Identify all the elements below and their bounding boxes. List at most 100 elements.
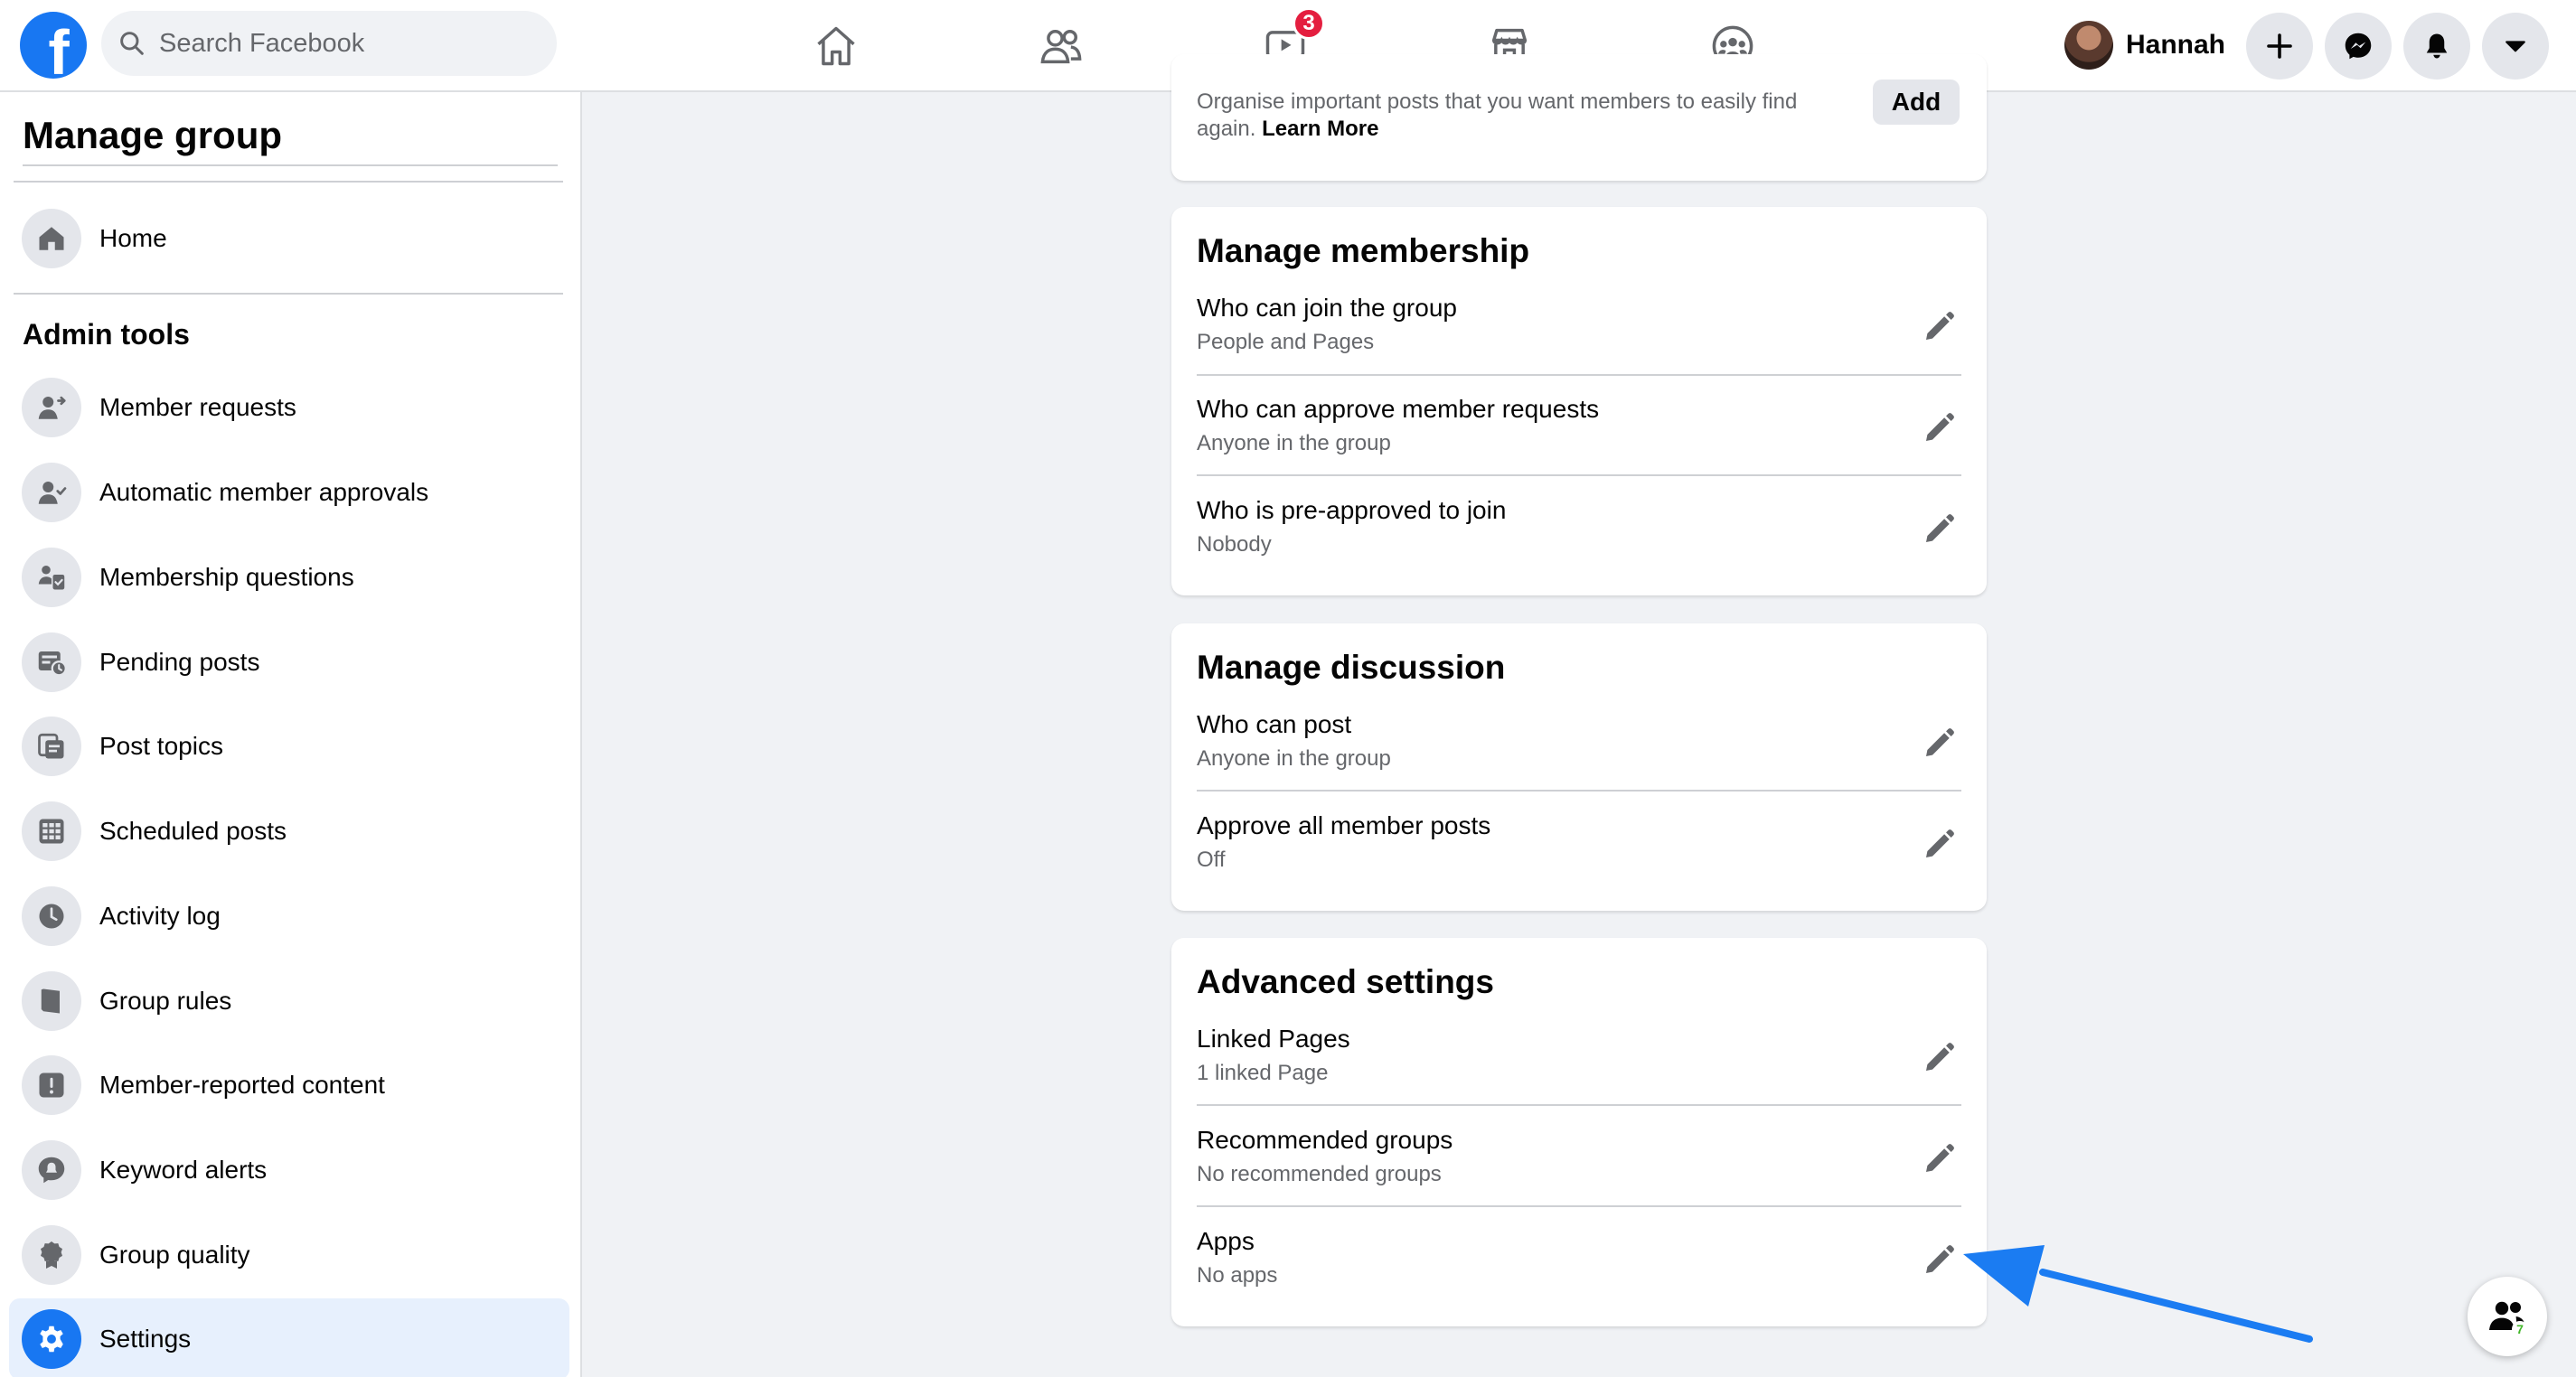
pencil-icon (1926, 1245, 1954, 1273)
membership-questions-icon (22, 548, 81, 607)
create-button[interactable] (2246, 13, 2313, 80)
sidebar-item-scheduled-posts[interactable]: Scheduled posts (9, 791, 569, 872)
online-members-button[interactable]: 7 (2468, 1277, 2547, 1356)
edit-button[interactable] (1916, 304, 1961, 350)
setting-row-who-can-join[interactable]: Who can join the group People and Pages (1197, 294, 1961, 393)
learn-more-link[interactable]: Learn More (1262, 117, 1378, 141)
featured-posts-card: Organise important posts that you want m… (1171, 54, 1987, 181)
sidebar-item-label: Pending posts (99, 648, 260, 676)
messenger-button[interactable] (2325, 13, 2392, 80)
sidebar-item-group-quality[interactable]: Group quality (9, 1214, 569, 1296)
sidebar-item-group-rules[interactable]: Group rules (9, 960, 569, 1042)
setting-value: No recommended groups (1197, 1162, 1442, 1186)
gear-glyph (40, 1325, 63, 1353)
person-add-glyph (38, 396, 66, 419)
manage-membership-card: Manage membership Who can join the group… (1171, 207, 1987, 595)
setting-title: Who can approve member requests (1197, 395, 1600, 423)
nav-friends[interactable] (1016, 14, 1106, 78)
sidebar-item-pending-posts[interactable]: Pending posts (9, 622, 569, 703)
setting-row-approve-member-posts[interactable]: Approve all member posts Off (1197, 811, 1961, 911)
setting-value: Anyone in the group (1197, 746, 1391, 771)
pencil-icon (1926, 514, 1954, 542)
edit-button[interactable] (1916, 721, 1961, 766)
edit-button[interactable] (1916, 1137, 1961, 1182)
member-requests-icon (22, 378, 81, 437)
edit-button[interactable] (1916, 1035, 1961, 1081)
profile-name: Hannah (2126, 30, 2226, 60)
logo-letter: f (48, 17, 70, 79)
gear-icon (22, 1309, 81, 1369)
sidebar-item-label: Home (99, 224, 167, 252)
nav-home[interactable] (791, 14, 881, 78)
sidebar-item-automatic-member-approvals[interactable]: Automatic member approvals (9, 452, 569, 533)
sidebar-item-keyword-alerts[interactable]: Keyword alerts (9, 1129, 569, 1211)
sidebar-item-member-reported-content[interactable]: Member-reported content (9, 1044, 569, 1126)
profile-shortcut[interactable]: Hannah (2064, 16, 2225, 74)
calendar-glyph (39, 819, 64, 844)
edit-button[interactable] (1916, 507, 1961, 552)
sidebar-item-label: Member requests (99, 393, 296, 421)
setting-title: Recommended groups (1197, 1126, 1453, 1154)
setting-title: Apps (1197, 1227, 1255, 1255)
badge-icon (22, 1225, 81, 1285)
keyword-alert-icon (22, 1140, 81, 1200)
pencil-icon (1926, 1043, 1954, 1071)
chevron-down-icon (2505, 41, 2525, 52)
edit-button[interactable] (1916, 406, 1961, 451)
clock-icon (22, 886, 81, 946)
setting-row-apps[interactable]: Apps No apps (1197, 1227, 1961, 1326)
person-check-glyph (38, 482, 67, 504)
setting-row-who-can-approve[interactable]: Who can approve member requests Anyone i… (1197, 395, 1961, 494)
notifications-button[interactable] (2403, 13, 2470, 80)
facebook-logo-icon[interactable]: f (20, 12, 87, 79)
sidebar-item-settings[interactable]: Settings (9, 1298, 569, 1377)
setting-value: 1 linked Page (1197, 1061, 1329, 1085)
sidebar-item-membership-questions[interactable]: Membership questions (9, 537, 569, 618)
setting-title: Approve all member posts (1197, 811, 1491, 839)
sidebar-item-label: Keyword alerts (99, 1156, 268, 1184)
edit-button[interactable] (1916, 822, 1961, 867)
auto-approvals-icon (22, 463, 81, 522)
sidebar-item-member-requests[interactable]: Member requests (9, 367, 569, 448)
home-icon (817, 26, 855, 66)
title-underline (23, 164, 558, 166)
sidebar-title: Manage group (23, 114, 283, 156)
sidebar-item-activity-log[interactable]: Activity log (9, 876, 569, 957)
sidebar-item-label: Member-reported content (99, 1071, 385, 1099)
search-bar[interactable] (101, 11, 557, 76)
setting-row-who-can-post[interactable]: Who can post Anyone in the group (1197, 710, 1961, 810)
row-divider (1197, 1205, 1961, 1207)
post-clock-glyph (38, 651, 67, 677)
setting-row-pre-approved[interactable]: Who is pre-approved to join Nobody (1197, 496, 1961, 595)
sidebar-item-label: Settings (99, 1325, 192, 1353)
sidebar-item-label: Group quality (99, 1241, 250, 1269)
speech-bell-glyph (38, 1157, 65, 1184)
setting-value: Off (1197, 848, 1226, 872)
pencil-icon (1926, 728, 1954, 756)
post-topics-icon (22, 717, 81, 776)
setting-value: No apps (1197, 1263, 1278, 1288)
friends-icon (1040, 30, 1082, 64)
apps-edit-button[interactable] (1916, 1238, 1961, 1283)
sidebar-item-home[interactable]: Home (9, 198, 569, 279)
pencil-icon (1926, 829, 1954, 857)
sidebar-item-post-topics[interactable]: Post topics (9, 706, 569, 787)
online-count: 7 (2516, 1322, 2524, 1336)
account-menu-button[interactable] (2482, 13, 2549, 80)
row-divider (1197, 1104, 1961, 1106)
setting-value: People and Pages (1197, 330, 1375, 354)
setting-row-recommended-groups[interactable]: Recommended groups No recommended groups (1197, 1126, 1961, 1225)
sidebar-divider (14, 181, 563, 183)
pencil-icon (1926, 413, 1954, 441)
bell-icon (2426, 33, 2448, 59)
people-icon: 7 (2489, 1301, 2528, 1337)
alert-glyph (39, 1073, 64, 1098)
watch-notification-badge: 3 (1293, 7, 1325, 40)
book-glyph (41, 988, 60, 1014)
avatar (2064, 21, 2113, 70)
setting-row-linked-pages[interactable]: Linked Pages 1 linked Page (1197, 1025, 1961, 1124)
add-button[interactable]: Add (1873, 80, 1960, 125)
person-clipboard-glyph (38, 565, 65, 590)
search-input[interactable] (159, 28, 539, 59)
pencil-icon (1926, 312, 1954, 340)
